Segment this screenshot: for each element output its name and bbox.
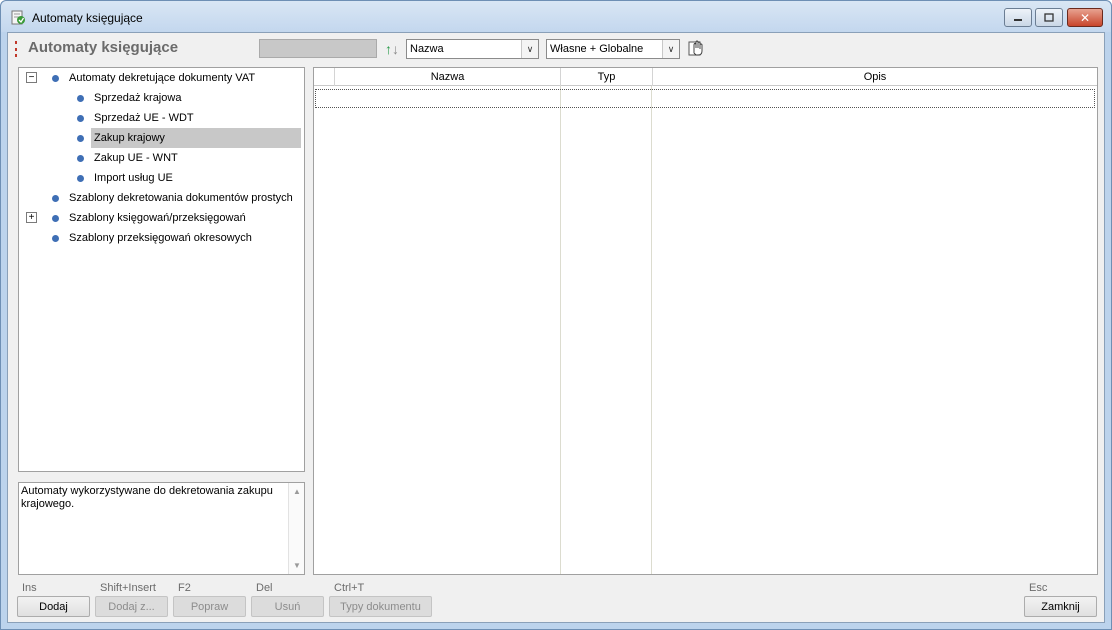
bullet-icon [52,195,59,202]
description-text: Automaty wykorzystywane do dekretowania … [21,485,273,510]
column-header-description[interactable]: Opis [653,68,1097,86]
bullet-icon [77,95,84,102]
add-from-shortcut-hint: Shift+Insert [100,582,156,594]
tree-item-simple-doc-templates[interactable]: Szablony dekretowania dokumentów prostyc… [69,188,293,208]
chevron-down-icon: ∨ [662,40,679,58]
table-header: Nazwa Typ Opis [314,68,1097,86]
tree-item-label: Szablony dekretowania dokumentów prostyc… [69,192,293,204]
edit-button[interactable]: Popraw [173,596,246,617]
close-button[interactable]: Zamknij [1024,596,1097,617]
category-tree[interactable]: − Automaty dekretujące dokumenty VAT Spr… [18,67,305,472]
tree-item-sales-domestic[interactable]: Sprzedaż krajowa [94,88,181,108]
bullet-icon [52,75,59,82]
table-row[interactable] [315,89,1095,108]
tree-item-label: Sprzedaż krajowa [94,92,182,104]
search-input[interactable] [259,39,377,58]
tree-item-import-services-eu[interactable]: Import usług UE [94,168,173,188]
tree-item-label: Szablony księgowań/przeksięgowań [69,212,246,224]
window-title: Automaty księgujące [32,11,143,25]
delete-shortcut-hint: Del [256,582,273,594]
hand-icon[interactable] [688,39,706,57]
bullet-icon [52,215,59,222]
bullet-icon [77,175,84,182]
tree-item-label: Sprzedaż UE - WDT [94,112,194,124]
sort-direction-button[interactable]: ↑ ↓ [382,39,402,58]
sort-field-value: Nazwa [410,43,444,55]
description-box[interactable]: Automaty wykorzystywane do dekretowania … [18,482,305,575]
bullet-icon [77,155,84,162]
add-from-button[interactable]: Dodaj z... [95,596,168,617]
main-window: Automaty księgujące ✕ Automaty księgując… [0,0,1112,630]
tree-item-label: Import usług UE [94,172,173,184]
tree-item-periodic-templates[interactable]: Szablony przeksięgowań okresowych [69,228,252,248]
automats-table[interactable]: Nazwa Typ Opis [313,67,1098,575]
document-types-button[interactable]: Typy dokumentu [329,596,432,617]
sort-up-icon: ↑ [385,40,392,57]
edit-shortcut-hint: F2 [178,582,191,594]
app-icon [11,10,25,25]
close-window-button[interactable]: ✕ [1067,8,1103,27]
column-header-type[interactable]: Typ [561,68,653,86]
tree-item-label: Automaty dekretujące dokumenty VAT [69,72,256,84]
toolbar-grip-icon[interactable] [15,41,18,57]
sort-down-icon: ↓ [392,40,399,57]
add-shortcut-hint: Ins [22,582,37,594]
tree-item-purchase-eu-wnt[interactable]: Zakup UE - WNT [94,148,178,168]
page-title: Automaty księgujące [28,39,179,56]
delete-button[interactable]: Usuń [251,596,324,617]
add-button[interactable]: Dodaj [17,596,90,617]
description-scrollbar[interactable]: ▲ ▼ [288,483,304,574]
maximize-button[interactable] [1035,8,1063,27]
scope-filter-value: Własne + Globalne [550,43,644,55]
column-header-name[interactable]: Nazwa [335,68,561,86]
maximize-icon [1044,13,1054,22]
doc-types-shortcut-hint: Ctrl+T [334,582,365,594]
chevron-down-icon: ∨ [521,40,538,58]
sort-field-select[interactable]: Nazwa ∨ [406,39,539,59]
tree-item-vat-automats[interactable]: Automaty dekretujące dokumenty VAT [69,68,255,88]
title-bar[interactable]: Automaty księgujące ✕ [1,1,1111,32]
minimize-icon [1014,18,1022,21]
bullet-icon [52,235,59,242]
close-shortcut-hint: Esc [1029,582,1048,594]
scroll-up-icon[interactable]: ▲ [293,485,301,498]
tree-item-posting-templates[interactable]: Szablony księgowań/przeksięgowań [69,208,246,228]
collapse-icon[interactable]: − [26,72,37,83]
row-indicator-header [314,68,335,86]
expand-icon[interactable]: + [26,212,37,223]
minimize-button[interactable] [1004,8,1032,27]
tree-item-purchase-domestic[interactable]: Zakup krajowy [91,128,301,148]
bullet-icon [77,135,84,142]
client-area: Automaty księgujące ↑ ↓ Nazwa ∨ Własne + … [7,32,1105,623]
close-icon: ✕ [1079,10,1091,25]
column-divider [651,86,652,574]
tree-item-sales-eu-wdt[interactable]: Sprzedaż UE - WDT [94,108,194,128]
bullet-icon [77,115,84,122]
scroll-down-icon[interactable]: ▼ [293,559,301,572]
column-divider [560,86,561,574]
tree-item-label: Szablony przeksięgowań okresowych [69,232,252,244]
tree-item-label: Zakup UE - WNT [94,152,178,164]
scope-filter-select[interactable]: Własne + Globalne ∨ [546,39,680,59]
tree-item-label: Zakup krajowy [94,132,165,144]
